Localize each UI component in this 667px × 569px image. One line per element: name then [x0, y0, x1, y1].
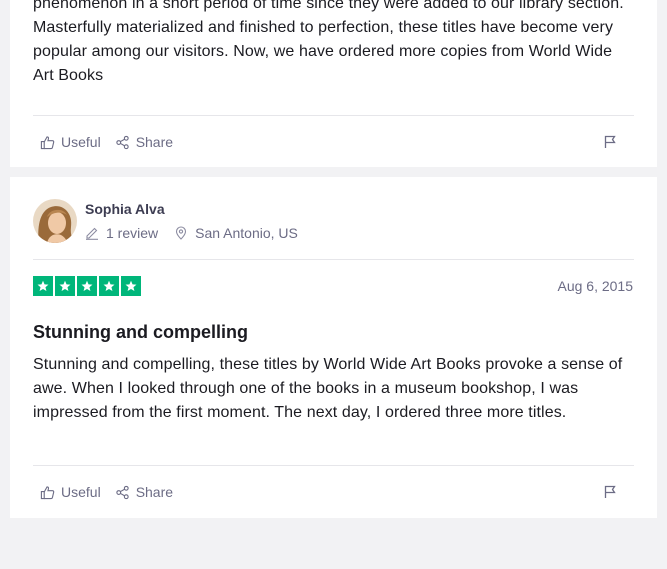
review-body: Stunning and compelling, these titles by… [33, 356, 623, 421]
reviewer-name[interactable]: Sophia Alva [85, 201, 165, 217]
location-text: San Antonio, US [195, 225, 298, 241]
review-body: phenomenon in a short period of time sin… [33, 0, 624, 84]
flag-icon[interactable] [603, 485, 617, 499]
useful-button[interactable]: Useful [40, 134, 101, 150]
review-title[interactable]: Stunning and compelling [33, 322, 248, 343]
divider [33, 259, 634, 260]
share-button[interactable]: Share [115, 134, 173, 150]
star-icon [121, 276, 141, 296]
share-icon [116, 135, 129, 149]
divider [33, 465, 634, 466]
review-actions: Useful Share [40, 134, 187, 150]
flag-icon[interactable] [603, 135, 617, 149]
divider [33, 115, 634, 116]
thumbs-up-icon [40, 135, 55, 149]
star-icon [55, 276, 75, 296]
star-icon [33, 276, 53, 296]
share-button[interactable]: Share [115, 484, 173, 500]
review-count: 1 review [85, 225, 158, 241]
avatar[interactable] [33, 199, 77, 243]
review-date: Aug 6, 2015 [557, 278, 633, 294]
share-label: Share [135, 484, 174, 500]
review-card: phenomenon in a short period of time sin… [10, 0, 657, 167]
review-count-text: 1 review [106, 225, 159, 241]
share-label: Share [135, 134, 174, 150]
useful-button[interactable]: Useful [40, 484, 101, 500]
review-card: Sophia Alva 1 review San Antonio, US Aug… [10, 177, 657, 518]
thumbs-up-icon [40, 485, 55, 499]
star-icon [77, 276, 97, 296]
reviewer-location: San Antonio, US [174, 225, 298, 241]
location-pin-icon [176, 226, 187, 240]
review-actions: Useful Share [40, 484, 187, 500]
pencil-icon [86, 227, 98, 240]
useful-label: Useful [61, 484, 101, 500]
share-icon [116, 485, 129, 499]
reviewer-meta: 1 review San Antonio, US [85, 225, 314, 241]
star-icon [99, 276, 119, 296]
useful-label: Useful [61, 134, 101, 150]
star-rating [33, 276, 143, 296]
